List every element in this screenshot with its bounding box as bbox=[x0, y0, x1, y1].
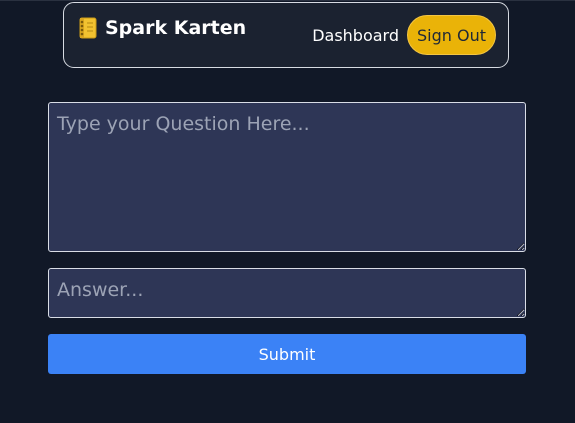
top-divider bbox=[0, 0, 575, 1]
answer-input[interactable] bbox=[48, 268, 526, 318]
brand-title: Spark Karten bbox=[105, 17, 247, 39]
dashboard-link[interactable]: Dashboard bbox=[312, 26, 399, 45]
notebook-icon bbox=[78, 17, 97, 39]
brand: Spark Karten bbox=[78, 17, 246, 39]
question-input[interactable] bbox=[48, 102, 526, 252]
navbar: Spark Karten Dashboard Sign Out bbox=[63, 2, 509, 68]
sign-out-button[interactable]: Sign Out bbox=[407, 15, 496, 55]
submit-button[interactable]: Submit bbox=[48, 334, 526, 374]
nav-actions: Dashboard Sign Out bbox=[312, 15, 496, 55]
